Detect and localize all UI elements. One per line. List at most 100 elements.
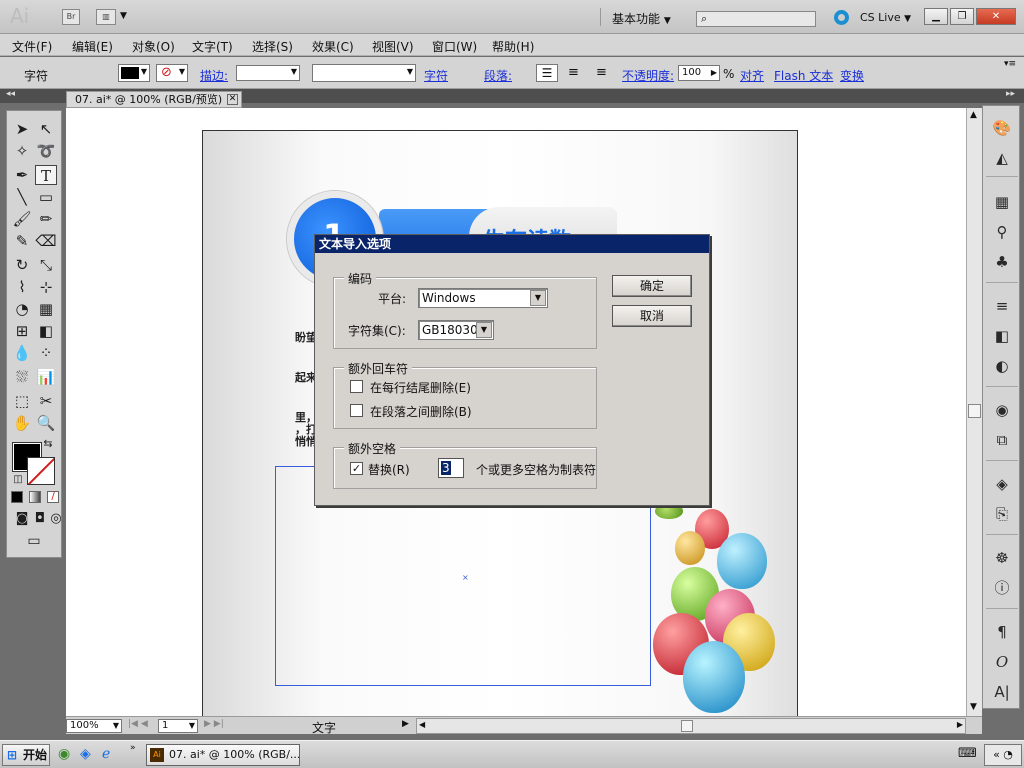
swap-colors-icon[interactable]: ⇆: [41, 437, 55, 451]
scroll-right-icon[interactable]: ▶: [957, 720, 963, 729]
menu-select[interactable]: 选择(S): [252, 38, 293, 55]
lasso-icon[interactable]: ➰: [35, 141, 57, 161]
restore-button[interactable]: ❐: [950, 8, 974, 25]
first-artboard-icon[interactable]: |◀ ◀: [128, 719, 148, 729]
opentype-icon[interactable]: O: [991, 652, 1013, 672]
swatches-icon[interactable]: ▦: [991, 192, 1013, 212]
line-icon[interactable]: ╲: [11, 187, 33, 207]
transform-link[interactable]: 变换: [840, 67, 864, 84]
opacity-link[interactable]: 不透明度:: [622, 67, 674, 84]
perspective-grid-icon[interactable]: ▦: [35, 299, 57, 319]
remove-line-ends-checkbox[interactable]: [350, 380, 363, 393]
free-transform-icon[interactable]: ⊹: [35, 277, 57, 297]
align-right-icon[interactable]: ≡: [596, 65, 607, 80]
taskbar-item-illustrator[interactable]: Ai 07. ai* @ 100% (RGB/...: [146, 744, 300, 766]
fill-swatch[interactable]: ▼: [118, 64, 150, 82]
menu-file[interactable]: 文件(F): [12, 38, 52, 55]
info-icon[interactable]: ⓘ: [991, 578, 1013, 598]
shape-builder-icon[interactable]: ◔: [11, 299, 33, 319]
remove-between-paragraphs-checkbox[interactable]: [350, 404, 363, 417]
stroke-weight-field[interactable]: ▼: [236, 65, 300, 81]
artboard-number-field[interactable]: 1 ▼: [158, 719, 198, 733]
scroll-left-icon[interactable]: ◀: [419, 720, 425, 729]
artboard-icon[interactable]: ⬚: [11, 391, 33, 411]
menu-edit[interactable]: 编辑(E): [72, 38, 113, 55]
stroke-link[interactable]: 描边:: [200, 67, 228, 84]
hand-icon[interactable]: ✋: [11, 413, 33, 433]
scroll-thumb[interactable]: [968, 404, 981, 418]
stroke-color-box[interactable]: [27, 457, 55, 485]
direct-selection-icon[interactable]: ↖: [35, 119, 57, 139]
scroll-up-icon[interactable]: ▲: [970, 110, 977, 120]
space-count-input[interactable]: 3: [438, 458, 464, 478]
align-link[interactable]: 对齐: [740, 67, 764, 84]
workspace-switcher[interactable]: 基本功能 ▼: [612, 10, 671, 27]
artboards-panel-icon[interactable]: ⎘: [991, 504, 1013, 524]
symbols-icon[interactable]: ♣: [991, 252, 1013, 272]
zoom-icon[interactable]: 🔍: [35, 413, 57, 433]
menu-effect[interactable]: 效果(C): [312, 38, 354, 55]
brushes-icon[interactable]: ⚲: [991, 222, 1013, 242]
paragraph-icon[interactable]: ¶: [991, 622, 1013, 642]
chrome-icon[interactable]: ◉: [58, 746, 70, 762]
warp-icon[interactable]: ⌇: [11, 277, 33, 297]
navigator-icon[interactable]: ☸: [991, 548, 1013, 568]
scroll-thumb[interactable]: [681, 720, 693, 732]
close-icon[interactable]: ✕: [227, 94, 238, 105]
gradient-mode-icon[interactable]: [29, 491, 41, 503]
overflow-icon[interactable]: »: [130, 743, 136, 753]
character-icon[interactable]: A|: [991, 682, 1013, 702]
blob-brush-icon[interactable]: ✎: [11, 231, 33, 251]
gradient-icon[interactable]: ◧: [35, 321, 57, 341]
start-button[interactable]: ⊞ 开始: [2, 744, 50, 766]
close-window-button[interactable]: ✕: [976, 8, 1016, 25]
scroll-down-icon[interactable]: ▼: [970, 702, 977, 712]
stroke-icon[interactable]: ≡: [991, 296, 1013, 316]
document-tab[interactable]: 07. ai* @ 100% (RGB/预览) ✕: [66, 91, 242, 108]
align-left-icon[interactable]: ☰: [536, 64, 558, 82]
gradient-panel-icon[interactable]: ◧: [991, 326, 1013, 346]
rotate-icon[interactable]: ↻: [11, 255, 33, 275]
magic-wand-icon[interactable]: ✧: [11, 141, 33, 161]
tray-toggle-icon[interactable]: « ◔: [984, 744, 1022, 766]
ie-icon[interactable]: ℯ: [102, 746, 110, 762]
none-mode-icon[interactable]: /: [47, 491, 59, 503]
scale-icon[interactable]: ⤡: [35, 255, 57, 275]
transparency-icon[interactable]: ◐: [991, 356, 1013, 376]
font-family-field[interactable]: ▼: [312, 64, 416, 82]
status-menu-icon[interactable]: ▶: [402, 719, 409, 729]
color-mode-icon[interactable]: [11, 491, 23, 503]
menu-help[interactable]: 帮助(H): [492, 38, 534, 55]
help-search-input[interactable]: ⌕: [696, 11, 816, 27]
flash-text-link[interactable]: Flash 文本: [774, 67, 833, 84]
color-icon[interactable]: ◭: [991, 148, 1013, 168]
collapse-left-icon[interactable]: ◂◂: [6, 89, 15, 99]
blend-icon[interactable]: ⁘: [35, 343, 57, 363]
color-guide-icon[interactable]: 🎨: [991, 118, 1013, 138]
align-center-icon[interactable]: ≡: [568, 65, 579, 80]
menu-type[interactable]: 文字(T): [192, 38, 233, 55]
panel-menu-icon[interactable]: ▾≡: [1004, 59, 1016, 69]
desktop-icon[interactable]: ◈: [80, 746, 91, 762]
slice-icon[interactable]: ✂: [35, 391, 57, 411]
stroke-swatch[interactable]: ⊘ ▼: [156, 64, 188, 82]
eraser-icon[interactable]: ⌫: [35, 231, 57, 251]
eyedropper-icon[interactable]: 💧: [11, 343, 33, 363]
vertical-scrollbar[interactable]: ▲ ▼: [966, 108, 982, 716]
default-colors-icon[interactable]: ◫: [11, 473, 25, 487]
character-link[interactable]: 字符: [424, 67, 448, 84]
layers-icon[interactable]: ◈: [991, 474, 1013, 494]
appearance-icon[interactable]: ◉: [991, 400, 1013, 420]
chevron-down-icon[interactable]: ▼: [120, 11, 127, 21]
type-icon[interactable]: T: [35, 165, 57, 185]
cancel-button[interactable]: 取消: [612, 305, 692, 327]
menu-view[interactable]: 视图(V): [372, 38, 414, 55]
ok-button[interactable]: 确定: [612, 275, 692, 297]
graph-icon[interactable]: 📊: [35, 367, 57, 387]
platform-select[interactable]: Windows ▼: [418, 288, 548, 308]
symbol-sprayer-icon[interactable]: ⛆: [11, 367, 33, 387]
next-artboard-icon[interactable]: ▶ ▶|: [204, 719, 224, 729]
menu-window[interactable]: 窗口(W): [432, 38, 477, 55]
bridge-button[interactable]: Br: [62, 9, 80, 25]
menu-object[interactable]: 对象(O): [132, 38, 175, 55]
